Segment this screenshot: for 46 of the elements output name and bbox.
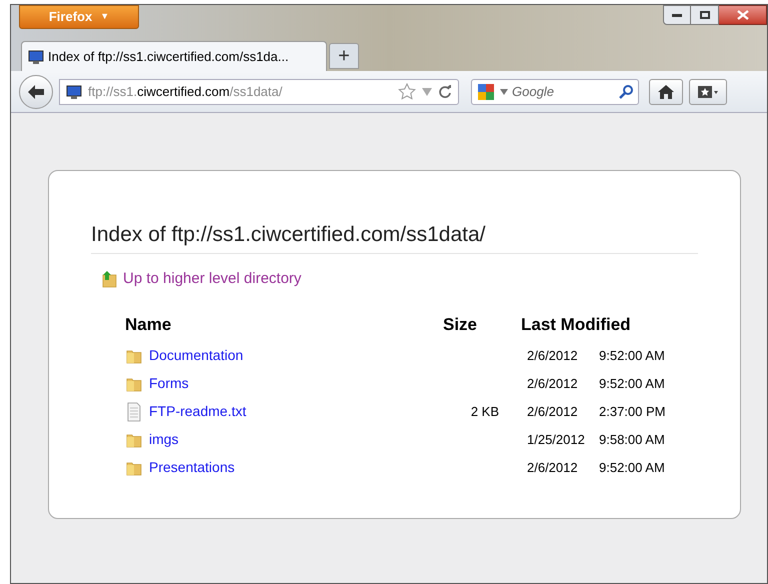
- star-icon[interactable]: [398, 82, 416, 100]
- home-icon: [658, 84, 674, 98]
- monitor-icon: [66, 84, 82, 100]
- browser-tab[interactable]: Index of ftp://ss1.ciwcertified.com/ss1da...: [21, 41, 327, 71]
- column-header: Size: [443, 314, 478, 336]
- time-cell: 9:58:00 AM: [599, 432, 665, 447]
- document-icon: [125, 402, 143, 422]
- back-button[interactable]: [19, 74, 53, 108]
- date-cell: 2/6/2012: [527, 348, 578, 363]
- home-button[interactable]: [649, 78, 683, 104]
- bookmarks-button[interactable]: [689, 78, 727, 104]
- file-link[interactable]: Presentations: [149, 457, 235, 478]
- reload-icon[interactable]: [438, 84, 452, 98]
- file-link[interactable]: FTP-readme.txt: [149, 401, 246, 422]
- time-cell: 9:52:00 AM: [599, 376, 665, 391]
- google-logo-icon: [476, 82, 496, 102]
- column-header: Last Modified: [520, 314, 632, 336]
- new-tab-button[interactable]: +: [329, 43, 359, 69]
- date-cell: 1/25/2012: [527, 432, 585, 447]
- date-cell: 2/6/2012: [527, 404, 578, 419]
- column-header: Name: [125, 314, 172, 336]
- date-cell: 2/6/2012: [527, 376, 578, 391]
- file-link[interactable]: Forms: [149, 373, 189, 394]
- parent-directory-link[interactable]: Up to higher level directory: [123, 268, 302, 290]
- dropdown-icon[interactable]: [500, 88, 508, 94]
- close-button[interactable]: [719, 5, 767, 25]
- back-arrow-icon: [27, 84, 45, 100]
- search-field[interactable]: Google: [471, 78, 639, 104]
- time-cell: 9:52:00 AM: [599, 460, 665, 475]
- close-icon: [736, 10, 748, 20]
- minimize-button[interactable]: [663, 5, 691, 25]
- file-link[interactable]: imgs: [149, 429, 179, 450]
- address-bar[interactable]: ftp://ss1.ciwcertified.com/ss1data/: [59, 78, 459, 104]
- url-text: ftp://ss1.ciwcertified.com/ss1data/: [88, 82, 282, 101]
- date-cell: 2/6/2012: [527, 460, 578, 475]
- size-cell: 2 KB: [470, 404, 499, 419]
- file-link[interactable]: Documentation: [149, 345, 244, 366]
- search-input[interactable]: Google: [512, 82, 602, 102]
- monitor-icon: [28, 48, 44, 64]
- page-heading: Index of ftp://ss1.ciwcertified.com/ss1data/: [91, 219, 698, 254]
- maximize-button[interactable]: [691, 5, 719, 25]
- bookmark-star-icon: [697, 84, 719, 98]
- up-folder-icon: [101, 270, 119, 288]
- search-icon[interactable]: [618, 84, 634, 100]
- time-cell: 2:37:00 PM: [599, 404, 666, 419]
- time-cell: 9:52:00 AM: [599, 348, 665, 363]
